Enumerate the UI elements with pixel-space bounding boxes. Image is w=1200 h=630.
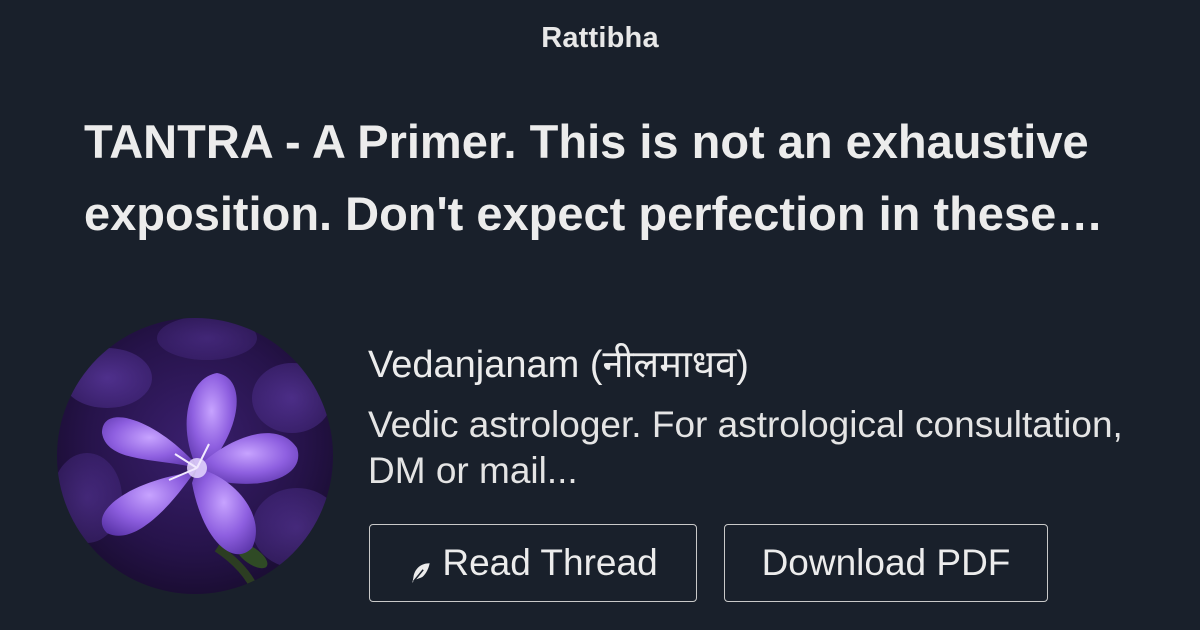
bellflower-image xyxy=(57,318,333,594)
brand-name: Rattibha xyxy=(541,22,659,54)
read-thread-label: Read Thread xyxy=(442,542,658,583)
author-avatar xyxy=(57,318,333,594)
feather-icon xyxy=(408,553,434,583)
download-pdf-button[interactable]: Download PDF xyxy=(724,524,1048,602)
read-thread-button[interactable]: Read Thread xyxy=(369,524,697,602)
author-name: Vedanjanam (नीलमाधव) xyxy=(368,344,749,386)
share-card: Rattibha TANTRA - A Primer. This is not … xyxy=(0,0,1200,630)
thread-title: TANTRA - A Primer. This is not an exhaus… xyxy=(84,115,1104,240)
author-bio: Vedic astrologer. For astrological consu… xyxy=(368,404,1123,491)
download-pdf-label: Download PDF xyxy=(761,542,1011,583)
